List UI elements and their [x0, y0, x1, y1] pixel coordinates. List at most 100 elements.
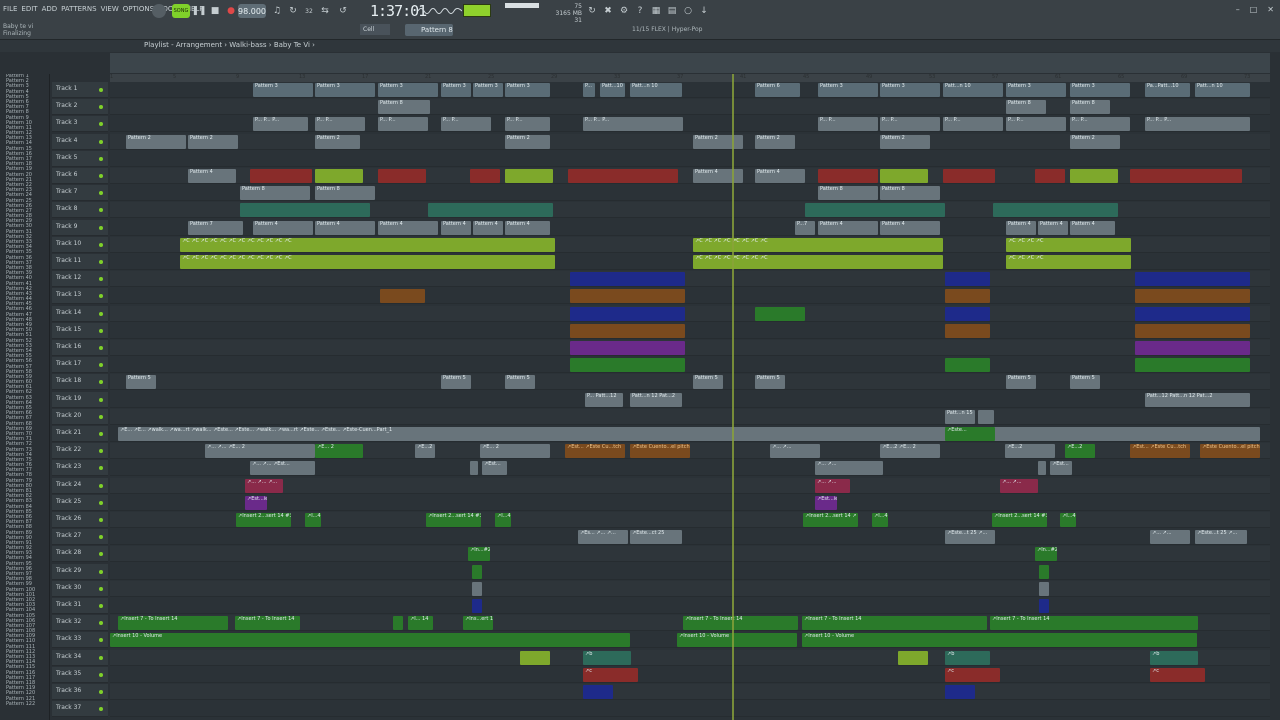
track-header[interactable]: Track 13 — [52, 288, 108, 305]
track-header[interactable]: Track 21 — [52, 426, 108, 442]
playlist-clip[interactable]: Pattern 3 — [880, 83, 940, 97]
playlist-clip[interactable] — [570, 306, 685, 321]
playlist-clip[interactable] — [472, 581, 482, 596]
playlist-clip[interactable]: Pattern 2 — [126, 134, 186, 149]
playlist-clip[interactable]: ↗... ↗... — [770, 444, 820, 459]
menu-options[interactable]: OPTIONS — [123, 5, 154, 13]
playlist-clip[interactable]: ↗E...2 — [1065, 444, 1095, 459]
playlist-clip[interactable]: Pattern 2 — [315, 134, 360, 149]
playlist-clip[interactable]: Pattern 5 — [755, 375, 785, 390]
menu-patterns[interactable]: PATTERNS — [61, 5, 96, 13]
track-lane[interactable] — [110, 684, 1270, 700]
playlist-clip[interactable]: Pattern 2 — [1070, 134, 1120, 149]
playlist-clip[interactable]: Pattern 4 — [315, 220, 375, 235]
playlist-clip[interactable]: ↗C ↗C ↗C ↗C ↗C ↗C ↗C ↗C ↗C ↗C ↗C ↗C — [180, 255, 555, 269]
track-mute-led[interactable] — [99, 672, 103, 677]
playlist-clip[interactable] — [1035, 169, 1065, 183]
refresh-icon[interactable]: ↻ — [585, 4, 599, 18]
track-lane[interactable] — [110, 667, 1270, 683]
pattern-selector[interactable]: Pattern 8 — [405, 24, 453, 36]
playlist-clip[interactable]: Pa...Patt...10 — [1145, 83, 1190, 97]
track-mute-led[interactable] — [99, 655, 103, 660]
playlist-clip[interactable]: ↗E...2 ↗E... 2 — [880, 444, 940, 459]
playlist-clip[interactable]: P... P... — [378, 117, 428, 132]
snap-selector[interactable]: Cell — [360, 24, 390, 35]
playlist-clip[interactable]: ↗Est... ↗Este Cu...tch — [1130, 444, 1190, 459]
playlist-clip[interactable]: Patt...n 12 Pat...2 — [630, 392, 682, 407]
track-mute-led[interactable] — [99, 569, 103, 574]
track-lane[interactable] — [110, 564, 1270, 580]
track-mute-led[interactable] — [99, 449, 103, 454]
playlist-clip[interactable]: ↗Insert 7 - To Insert 14 — [118, 616, 228, 631]
playlist-clip[interactable]: ↗I...4 — [1060, 513, 1076, 527]
playlist-clip[interactable]: P... P... P... — [583, 117, 683, 132]
track-header[interactable]: Track 34 — [52, 649, 108, 666]
playlist-clip[interactable]: Patt...n 15 — [945, 409, 975, 424]
track-mute-led[interactable] — [99, 397, 103, 402]
channel-rack-icon[interactable]: ▤ — [665, 4, 679, 18]
track-mute-led[interactable] — [99, 311, 103, 316]
playlist-clip[interactable] — [570, 358, 685, 373]
playlist-clip[interactable]: ↗E... 2 — [480, 444, 550, 459]
playlist-clip[interactable]: Pattern 2 — [505, 134, 550, 149]
playlist-clip[interactable]: ↗b — [1150, 650, 1198, 665]
playlist-clip[interactable]: P... P... — [441, 117, 491, 132]
track-header[interactable]: Track 32 — [52, 615, 108, 632]
track-mute-led[interactable] — [99, 105, 103, 110]
blend-icon[interactable]: ⇆ — [318, 4, 332, 18]
playlist-clip[interactable]: Pattern 4 — [188, 169, 236, 183]
track-header[interactable]: Track 1 — [52, 82, 108, 98]
playlist-clip[interactable]: Pattern 4 — [880, 220, 940, 235]
playlist-clip[interactable]: ↗Est...ier — [815, 495, 837, 510]
track-header[interactable]: Track 3 — [52, 116, 108, 133]
track-mute-led[interactable] — [99, 707, 103, 712]
playlist-clip[interactable]: Pattern 4 — [253, 220, 313, 235]
playlist-clip[interactable]: ↗Insert 7 - To Insert 14 — [683, 616, 798, 631]
playlist-clip[interactable]: ↗Insert 2...sert 14 #3 — [426, 513, 481, 527]
track-mute-led[interactable] — [99, 535, 103, 540]
playlist-clip[interactable]: P... P... — [1006, 117, 1066, 132]
stop-icon[interactable]: ■ — [208, 4, 222, 18]
playlist-clip[interactable] — [428, 203, 553, 218]
playlist-clip[interactable] — [570, 341, 685, 355]
playlist-clip[interactable] — [1039, 581, 1049, 596]
playlist-clip[interactable] — [505, 169, 553, 183]
playlist-clip[interactable]: Pattern 5 — [1006, 375, 1036, 390]
menu-edit[interactable]: EDIT — [21, 5, 37, 13]
playlist-clip[interactable]: ↗b — [583, 650, 631, 665]
playlist-clip[interactable] — [570, 289, 685, 304]
playlist-clip[interactable]: ↗C ↗C ↗C ↗C ↗C ↗C ↗C ↗C ↗C ↗C ↗C ↗C — [180, 237, 555, 252]
track-header[interactable]: Track 26 — [52, 512, 108, 528]
playlist-clip[interactable] — [568, 169, 678, 183]
track-header[interactable]: Track 7 — [52, 185, 108, 202]
playlist-clip[interactable]: ↗c — [1150, 667, 1205, 682]
playlist-clip[interactable]: ↗In...#2 — [1035, 547, 1057, 562]
playlist-clip[interactable]: Pattern 5 — [693, 375, 723, 390]
song-mode-button[interactable]: SONG — [172, 4, 190, 18]
playlist-clip[interactable]: ↗Este...t 25 ↗... — [1195, 530, 1247, 545]
track-mute-led[interactable] — [99, 432, 103, 436]
playlist-clip[interactable]: ↗Ins...ert 14 — [463, 616, 493, 631]
playlist-clip[interactable]: ↗C ↗C ↗C ↗C ↗C ↗C ↗C ↗C — [693, 237, 943, 252]
track-header[interactable]: Track 35 — [52, 666, 108, 683]
track-header[interactable]: Track 20 — [52, 408, 108, 425]
track-header[interactable]: Track 4 — [52, 133, 108, 150]
playlist-clip[interactable]: Pattern 4 — [1070, 220, 1115, 235]
track-header[interactable]: Track 16 — [52, 340, 108, 356]
track-header[interactable]: Track 25 — [52, 494, 108, 511]
track-lane[interactable] — [110, 598, 1270, 614]
playlist-clip[interactable] — [945, 306, 990, 321]
track-header[interactable]: Track 24 — [52, 477, 108, 494]
playlist-clip[interactable]: Pattern 4 — [378, 220, 438, 235]
playlist-overview[interactable] — [110, 53, 1270, 73]
track-header[interactable]: Track 12 — [52, 271, 108, 288]
playlist-clip[interactable]: ↗Insert 2...sert 14 #3 — [236, 513, 291, 527]
playlist-clip[interactable]: Patt...n 10 — [943, 83, 1003, 97]
track-mute-led[interactable] — [99, 260, 103, 264]
playlist-clip[interactable] — [380, 289, 425, 304]
track-header[interactable]: Track 11 — [52, 254, 108, 270]
playlist-clip[interactable] — [978, 409, 994, 424]
playlist-clip[interactable]: Pattern 8 — [1070, 100, 1110, 115]
menu-file[interactable]: FILE — [3, 5, 17, 13]
playlist-clip[interactable]: Pattern 4 — [693, 169, 743, 183]
